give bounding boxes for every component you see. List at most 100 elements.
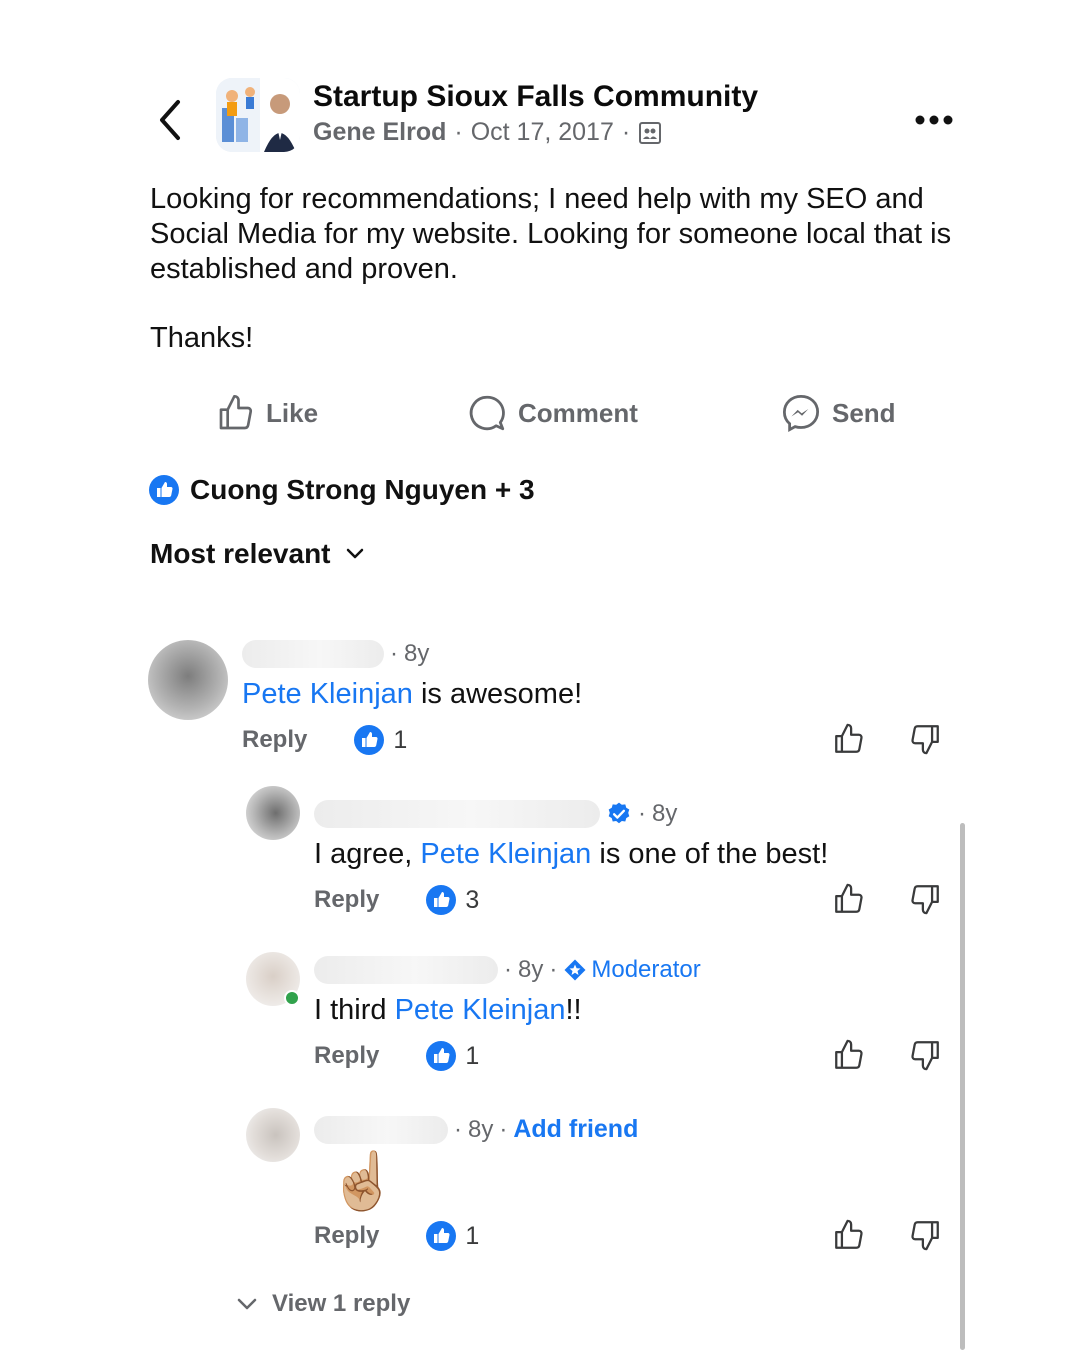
chevron-left-icon bbox=[160, 100, 180, 140]
separator: · bbox=[549, 956, 558, 983]
like-count-value: 1 bbox=[393, 725, 408, 754]
sort-dropdown[interactable]: Most relevant bbox=[150, 538, 365, 570]
comment-age: 8y bbox=[652, 800, 678, 827]
like-reaction-icon bbox=[149, 475, 179, 505]
commenter-avatar[interactable] bbox=[148, 640, 228, 720]
verified-badge-icon bbox=[608, 802, 630, 824]
comment-header: · 8y · Add friend bbox=[314, 1115, 638, 1144]
comment-text: I agree, Pete Kleinjan is one of the bes… bbox=[314, 838, 828, 871]
thumbs-down-icon bbox=[911, 725, 939, 755]
upvote-button[interactable] bbox=[832, 1038, 866, 1072]
comment-age: 8y bbox=[518, 956, 544, 983]
comment-text-before: I agree, bbox=[314, 838, 421, 870]
thumbs-up-icon bbox=[219, 395, 253, 430]
post-meta: Gene Elrod · Oct 17, 2017 · bbox=[313, 118, 662, 147]
reply-button[interactable]: Reply bbox=[314, 1042, 379, 1070]
mention-link[interactable]: Pete Kleinjan bbox=[395, 994, 566, 1026]
thumbs-up-icon bbox=[835, 883, 863, 913]
commenter-avatar[interactable] bbox=[246, 786, 300, 840]
comment-text-after: is awesome! bbox=[412, 678, 583, 710]
like-reaction-icon bbox=[354, 725, 385, 755]
post-date[interactable]: Oct 17, 2017 bbox=[471, 118, 614, 147]
online-status-dot bbox=[284, 990, 300, 1006]
messenger-icon bbox=[782, 394, 820, 432]
comment-icon bbox=[469, 395, 505, 431]
downvote-button[interactable] bbox=[908, 882, 942, 916]
thumbs-up-icon bbox=[835, 1039, 863, 1069]
like-reaction-icon bbox=[426, 1041, 457, 1071]
thumbs-down-icon bbox=[911, 885, 939, 915]
reply-button[interactable]: Reply bbox=[242, 726, 307, 754]
moderator-icon bbox=[564, 959, 586, 981]
thumbs-down-icon bbox=[911, 1221, 939, 1251]
scrollbar[interactable] bbox=[960, 823, 965, 1350]
downvote-button[interactable] bbox=[908, 1218, 942, 1252]
reply-button[interactable]: Reply bbox=[314, 886, 379, 914]
commenter-name-redacted[interactable] bbox=[314, 800, 600, 828]
comment-actions: Reply 3 bbox=[314, 882, 479, 918]
commenter-avatar[interactable] bbox=[246, 1108, 300, 1162]
comment-actions: Reply 1 bbox=[314, 1038, 479, 1074]
like-count[interactable]: 3 bbox=[425, 884, 479, 916]
group-name[interactable]: Startup Sioux Falls Community bbox=[313, 80, 758, 114]
commenter-name-redacted[interactable] bbox=[314, 956, 498, 984]
upvote-button[interactable] bbox=[832, 882, 866, 916]
view-replies-button[interactable]: View 1 reply bbox=[236, 1290, 410, 1318]
post-body: Looking for recommendations; I need help… bbox=[150, 183, 952, 285]
comment-actions: Reply 1 bbox=[314, 1218, 479, 1254]
separator: · bbox=[454, 118, 463, 146]
like-count[interactable]: 1 bbox=[425, 1220, 479, 1252]
more-options-button[interactable] bbox=[910, 104, 958, 136]
reactions-summary[interactable]: Cuong Strong Nguyen + 3 bbox=[148, 472, 535, 508]
separator: · bbox=[621, 118, 631, 146]
group-avatar[interactable] bbox=[216, 78, 300, 152]
comment-text-before: I third bbox=[314, 994, 395, 1026]
like-count-value: 1 bbox=[465, 1221, 480, 1250]
sort-label: Most relevant bbox=[150, 538, 331, 569]
thumbs-up-icon bbox=[835, 723, 863, 753]
moderator-badge: Moderator bbox=[563, 956, 701, 984]
send-label: Send bbox=[832, 397, 896, 428]
like-count-value: 3 bbox=[465, 885, 480, 914]
separator: · bbox=[454, 1115, 462, 1143]
upvote-button[interactable] bbox=[832, 1218, 866, 1252]
post-thanks: Thanks! bbox=[150, 322, 254, 354]
moderator-label: Moderator bbox=[591, 956, 701, 983]
comment-actions: Reply 1 bbox=[242, 722, 407, 758]
comment-button[interactable]: Comment bbox=[466, 388, 638, 438]
send-button[interactable]: Send bbox=[780, 388, 896, 438]
author-name[interactable]: Gene Elrod bbox=[313, 118, 446, 147]
downvote-button[interactable] bbox=[908, 722, 942, 756]
emoji-comment: ☝🏼 bbox=[328, 1149, 398, 1212]
comment-text-after: !! bbox=[565, 994, 582, 1026]
like-count[interactable]: 1 bbox=[425, 1040, 479, 1072]
like-reaction-icon bbox=[426, 1221, 457, 1251]
comment-age: 8y bbox=[404, 640, 430, 667]
upvote-button[interactable] bbox=[832, 722, 866, 756]
like-reaction-icon bbox=[426, 885, 457, 915]
reactions-text: Cuong Strong Nguyen + 3 bbox=[190, 474, 535, 505]
members-icon bbox=[639, 121, 662, 144]
separator: · bbox=[638, 800, 646, 827]
add-friend-button[interactable]: Add friend bbox=[513, 1115, 638, 1144]
mention-link[interactable]: Pete Kleinjan bbox=[242, 678, 413, 710]
thumbs-down-icon bbox=[911, 1041, 939, 1071]
comment-label: Comment bbox=[518, 397, 638, 428]
chevron-down-icon bbox=[346, 548, 363, 559]
reply-button[interactable]: Reply bbox=[314, 1222, 379, 1250]
like-count[interactable]: 1 bbox=[353, 724, 407, 756]
downvote-button[interactable] bbox=[908, 1038, 942, 1072]
like-button[interactable]: Like bbox=[216, 388, 318, 438]
back-button[interactable] bbox=[150, 96, 194, 144]
comment-header: · 8y bbox=[242, 640, 429, 668]
like-count-value: 1 bbox=[465, 1041, 480, 1070]
comment-header: · 8y bbox=[314, 800, 677, 828]
more-icon bbox=[915, 115, 953, 125]
commenter-name-redacted[interactable] bbox=[242, 640, 384, 668]
thumbs-up-icon bbox=[835, 1219, 863, 1249]
like-label: Like bbox=[266, 397, 319, 428]
comment-header: · 8y · Moderator bbox=[314, 956, 701, 984]
mention-link[interactable]: Pete Kleinjan bbox=[420, 838, 591, 870]
commenter-name-redacted[interactable] bbox=[314, 1115, 448, 1144]
chevron-down-icon bbox=[237, 1298, 257, 1310]
